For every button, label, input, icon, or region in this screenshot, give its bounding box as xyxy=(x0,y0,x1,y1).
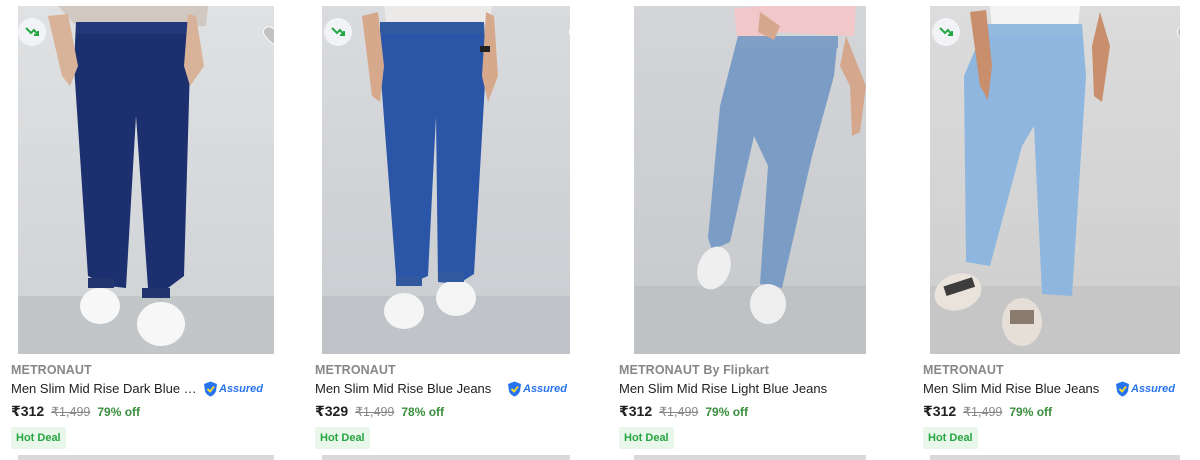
product-brand: METRONAUT xyxy=(923,363,1004,377)
wishlist-heart-icon[interactable] xyxy=(1174,22,1180,48)
wishlist-heart-icon[interactable] xyxy=(566,22,570,48)
assured-shield-icon xyxy=(204,381,217,397)
product-title[interactable]: Men Slim Mid Rise Blue Jeans xyxy=(923,381,1113,396)
discount-percent: 79% off xyxy=(705,405,749,419)
product-image[interactable] xyxy=(18,6,274,354)
hot-deal-badge: Hot Deal xyxy=(619,427,674,449)
jeans-faded-blue-image xyxy=(930,6,1180,354)
product-title[interactable]: Men Slim Mid Rise Light Blue Jeans xyxy=(619,381,849,396)
assured-badge: Assured xyxy=(203,380,263,398)
jeans-light-blue-image xyxy=(634,6,866,354)
selling-price: ₹312 xyxy=(923,403,957,419)
next-row-image-edge xyxy=(18,455,274,460)
jeans-dark-blue-image xyxy=(18,6,274,354)
price-row: ₹312 ₹1,499 79% off xyxy=(11,403,140,420)
selling-price: ₹312 xyxy=(11,403,45,419)
product-title[interactable]: Men Slim Mid Rise Dark Blue Je... xyxy=(11,381,201,396)
price-row: ₹312 ₹1,499 79% off xyxy=(619,403,748,420)
hot-deal-badge: Hot Deal xyxy=(315,427,370,449)
assured-shield-icon xyxy=(1116,381,1129,397)
original-price: ₹1,499 xyxy=(963,405,1003,419)
hot-deal-badge: Hot Deal xyxy=(923,427,978,449)
product-image[interactable] xyxy=(322,6,570,354)
trending-down-icon xyxy=(932,18,960,46)
product-brand: METRONAUT xyxy=(11,363,92,377)
original-price: ₹1,499 xyxy=(51,405,91,419)
price-row: ₹312 ₹1,499 79% off xyxy=(923,403,1052,420)
assured-shield-icon xyxy=(508,381,521,397)
product-brand: METRONAUT xyxy=(315,363,396,377)
product-image[interactable] xyxy=(930,6,1180,354)
selling-price: ₹329 xyxy=(315,403,349,419)
assured-badge: Assured xyxy=(1115,380,1175,398)
jeans-blue-image xyxy=(322,6,570,354)
hot-deal-badge: Hot Deal xyxy=(11,427,66,449)
product-image[interactable] xyxy=(634,6,866,354)
discount-percent: 78% off xyxy=(401,405,445,419)
product-grid: METRONAUT Men Slim Mid Rise Dark Blue Je… xyxy=(0,0,1200,460)
next-row-image-edge xyxy=(930,455,1180,460)
trending-down-icon xyxy=(324,18,352,46)
next-row-image-edge xyxy=(634,455,866,460)
product-card[interactable]: METRONAUT Men Slim Mid Rise Blue Jeans A… xyxy=(920,0,1200,460)
assured-label: Assured xyxy=(523,383,568,395)
next-row-image-edge xyxy=(322,455,570,460)
original-price: ₹1,499 xyxy=(355,405,395,419)
product-brand: METRONAUT By Flipkart xyxy=(619,363,770,377)
discount-percent: 79% off xyxy=(97,405,141,419)
discount-percent: 79% off xyxy=(1009,405,1053,419)
wishlist-heart-icon[interactable] xyxy=(260,22,274,48)
price-row: ₹329 ₹1,499 78% off xyxy=(315,403,444,420)
product-title[interactable]: Men Slim Mid Rise Blue Jeans xyxy=(315,381,505,396)
assured-label: Assured xyxy=(219,383,264,395)
original-price: ₹1,499 xyxy=(659,405,699,419)
assured-label: Assured xyxy=(1131,383,1176,395)
product-card[interactable]: METRONAUT By Flipkart Men Slim Mid Rise … xyxy=(616,0,906,460)
product-card[interactable]: METRONAUT Men Slim Mid Rise Dark Blue Je… xyxy=(8,0,298,460)
product-card[interactable]: METRONAUT Men Slim Mid Rise Blue Jeans A… xyxy=(312,0,602,460)
selling-price: ₹312 xyxy=(619,403,653,419)
trending-down-icon xyxy=(18,18,46,46)
assured-badge: Assured xyxy=(507,380,567,398)
